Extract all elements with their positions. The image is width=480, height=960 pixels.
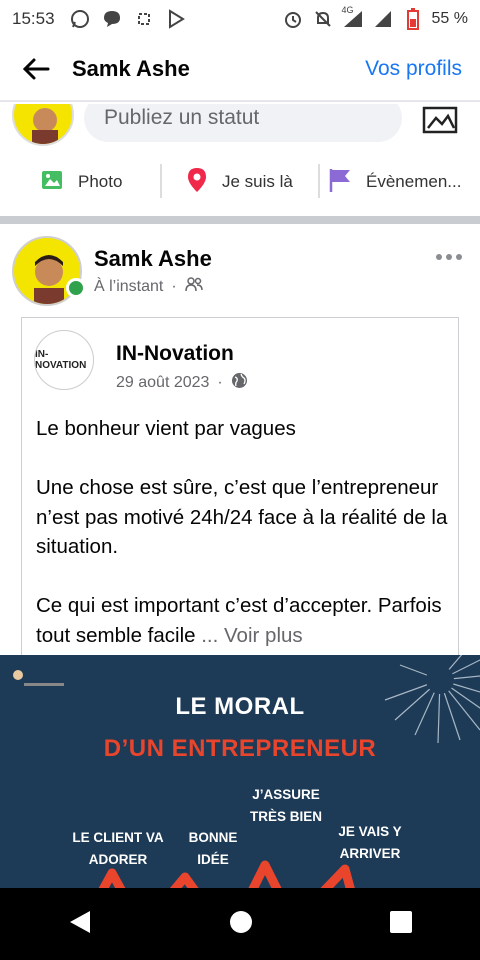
- photo-icon: [40, 168, 64, 197]
- status-bar: 15:53 4G 55 %: [0, 0, 480, 38]
- battery-percent: 55 %: [431, 10, 468, 27]
- shared-post[interactable]: IN-NOVATION IN-Novation 29 août 2023 · L…: [21, 317, 459, 657]
- avatar[interactable]: [12, 104, 74, 146]
- image-logo: [8, 665, 68, 691]
- image-label: J’ASSURE TRÈS BIEN: [249, 787, 322, 824]
- post-paragraph: Le bonheur vient par vagues: [36, 417, 296, 440]
- status-time: 15:53: [12, 9, 55, 28]
- alarm-icon: [282, 8, 304, 30]
- feed-divider: [0, 216, 480, 224]
- checkin-button[interactable]: Je suis là: [186, 167, 293, 198]
- profiles-link[interactable]: Vos profils: [365, 57, 462, 81]
- globe-icon: [231, 372, 248, 394]
- page-logo[interactable]: IN-NOVATION: [34, 330, 94, 390]
- battery-icon: [402, 8, 424, 30]
- whatsapp-icon: [69, 8, 91, 30]
- divider: [160, 164, 162, 198]
- checkin-label: Je suis là: [222, 172, 293, 191]
- meta-separator: ·: [217, 374, 223, 391]
- shared-post-text: Le bonheur vient par vagues Une chose es…: [36, 414, 456, 650]
- friends-icon[interactable]: [184, 276, 203, 297]
- post-paragraph-truncated: Ce qui est important c’est d’accepter. P…: [36, 591, 456, 650]
- image-title-line2: D’UN ENTREPRENEUR: [103, 735, 377, 762]
- system-nav-bar: [0, 888, 480, 960]
- see-more-link[interactable]: ... Voir plus: [201, 624, 302, 647]
- image-title-line1: LE MORAL: [175, 693, 305, 720]
- nav-back-icon[interactable]: [68, 909, 92, 940]
- photo-label: Photo: [78, 172, 123, 191]
- post-paragraph: Une chose est sûre, c’est que l’entrepre…: [36, 476, 448, 558]
- more-options-icon[interactable]: [436, 254, 466, 264]
- location-pin-icon: [186, 167, 208, 198]
- sync-icon: [133, 8, 155, 30]
- post-author[interactable]: Samk Ashe: [94, 246, 212, 272]
- signal-icon: [372, 8, 394, 30]
- back-arrow-icon[interactable]: [18, 51, 54, 87]
- mood-curve: [98, 860, 355, 888]
- photo-button[interactable]: Photo: [40, 168, 122, 197]
- page-logo-text: IN-NOVATION: [35, 349, 87, 371]
- shared-page-name[interactable]: IN-Novation: [116, 342, 234, 366]
- online-status-dot: [66, 278, 86, 298]
- chat-bubble-icon: [101, 8, 123, 30]
- composer-actions: Photo Je suis là Évènemen...: [0, 156, 480, 208]
- shared-meta: 29 août 2023 ·: [116, 372, 248, 394]
- post-meta: À l’instant ·: [94, 276, 203, 297]
- post-time: À l’instant: [94, 277, 164, 295]
- post-image[interactable]: LE MORAL D’UN ENTREPRENEUR LE CLIENT VA …: [0, 655, 480, 888]
- event-flag-icon: [328, 167, 352, 198]
- add-photo-icon[interactable]: [420, 104, 460, 134]
- page-title: Samk Ashe: [72, 56, 190, 81]
- nav-recents-icon[interactable]: [389, 910, 412, 938]
- nav-home-icon[interactable]: [229, 910, 253, 939]
- post-header: Samk Ashe À l’instant ·: [0, 224, 480, 308]
- shared-date: 29 août 2023: [116, 374, 210, 391]
- status-composer: Publiez un statut: [0, 104, 480, 146]
- divider: [318, 164, 320, 198]
- app-header: Samk Ashe Vos profils: [0, 38, 480, 102]
- meta-separator: ·: [171, 277, 177, 295]
- network-label: 4G: [341, 5, 354, 15]
- event-label: Évènemen...: [366, 172, 462, 191]
- status-input[interactable]: Publiez un statut: [84, 104, 402, 142]
- play-store-icon: [165, 8, 187, 30]
- mute-icon: [312, 8, 334, 30]
- signal-4g-icon: 4G: [341, 5, 364, 30]
- event-button[interactable]: Évènemen...: [328, 167, 461, 198]
